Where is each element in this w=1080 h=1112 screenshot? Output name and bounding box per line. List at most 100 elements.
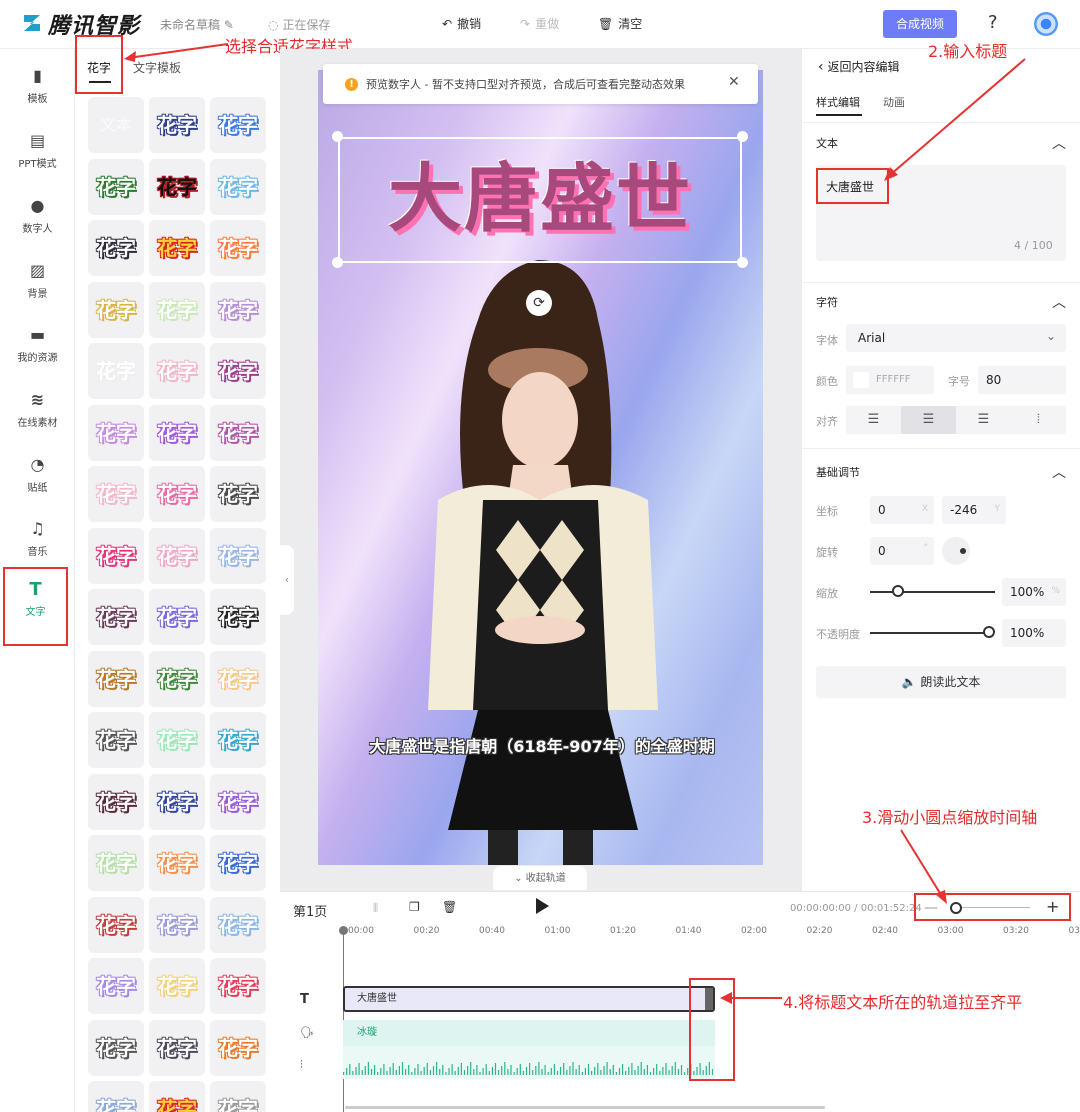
huazi-style-tile[interactable]: 花字 (149, 220, 205, 276)
huazi-style-tile[interactable]: 花字 (88, 1081, 144, 1112)
align-left-icon[interactable]: ☰ (846, 406, 901, 434)
huazi-style-tile[interactable]: 花字 (210, 650, 266, 707)
huazi-style-tile[interactable]: 花字 (149, 158, 205, 215)
font-select[interactable]: Arial ⌄ (846, 324, 1066, 352)
huazi-style-tile[interactable]: 花字 (88, 220, 144, 276)
huazi-style-tile[interactable]: 花字 (149, 958, 205, 1014)
playhead-handle[interactable] (339, 926, 348, 935)
split-icon[interactable]: ⫴ (373, 901, 378, 916)
audio-waveform[interactable] (343, 1046, 715, 1079)
huazi-style-tile[interactable]: 花字 (210, 896, 266, 953)
sidebar-item-layers[interactable]: ≋ 在线素材 (0, 380, 75, 442)
huazi-style-tile[interactable]: 花字 (210, 97, 266, 153)
sidebar-item-template[interactable]: ▮ 模板 (0, 56, 75, 118)
align-center-icon[interactable]: ☰ (901, 406, 956, 434)
synthesize-video-button[interactable]: 合成视频 (883, 10, 957, 38)
huazi-style-tile[interactable]: 花字 (149, 466, 205, 522)
huazi-style-tile[interactable]: 花字 (210, 404, 266, 461)
resize-handle-tr[interactable] (737, 131, 748, 142)
huazi-style-tile[interactable]: 花字 (210, 589, 266, 645)
huazi-style-tile[interactable]: 花字 (88, 1019, 144, 1076)
huazi-style-tile[interactable]: 花字 (88, 404, 144, 461)
huazi-style-tile[interactable]: 花字 (210, 712, 266, 768)
huazi-style-tile[interactable]: 花字 (210, 1019, 266, 1076)
huazi-style-tile[interactable]: 花字 (210, 773, 266, 830)
copy-icon[interactable]: ❐ (409, 900, 420, 914)
huazi-style-tile[interactable]: 花字 (149, 404, 205, 461)
huazi-style-tile[interactable]: 花字 (210, 281, 266, 338)
delete-icon[interactable]: 🗑 (442, 900, 457, 914)
play-icon[interactable] (536, 898, 549, 914)
rotate-icon[interactable]: ⟳ (526, 290, 552, 316)
scale-slider-knob[interactable] (892, 585, 904, 597)
huazi-style-tile[interactable]: 花字 (210, 1081, 266, 1112)
resize-handle-br[interactable] (737, 257, 748, 268)
huazi-style-tile[interactable]: 花字 (88, 466, 144, 522)
scale-input[interactable]: 100%% (1002, 578, 1066, 606)
huazi-style-tile[interactable]: 花字 (149, 835, 205, 891)
help-icon[interactable]: ? (988, 12, 998, 33)
huazi-style-tile[interactable]: 花字 (149, 896, 205, 953)
coord-x-input[interactable]: 0X (870, 496, 934, 524)
huazi-style-tile[interactable]: 花字 (88, 343, 144, 399)
opacity-slider[interactable] (870, 632, 990, 634)
huazi-style-tile[interactable]: 花字 (149, 527, 205, 584)
sidebar-item-folder[interactable]: ▬ 我的资源 (0, 315, 75, 377)
rotate-input[interactable]: 0 ° (870, 537, 934, 565)
sidebar-item-sticker[interactable]: ◔ 贴纸 (0, 445, 75, 507)
huazi-style-tile[interactable]: 花字 (149, 712, 205, 768)
opacity-slider-knob[interactable] (983, 626, 995, 638)
page-label[interactable]: 第1页 (293, 901, 327, 920)
huazi-style-tile[interactable]: 花字 (210, 527, 266, 584)
huazi-style-tile[interactable]: 花字 (149, 650, 205, 707)
sidebar-item-digital-human[interactable]: ● 数字人 (0, 186, 75, 248)
huazi-style-tile[interactable]: 花字 (88, 527, 144, 584)
sidebar-item-text[interactable]: T 文字 (3, 567, 68, 646)
huazi-style-tile[interactable]: 花字 (88, 896, 144, 953)
text-clip[interactable]: 大唐盛世 (343, 986, 715, 1012)
resize-handle-bl[interactable] (332, 257, 343, 268)
tab-style-edit[interactable]: 样式编辑 (816, 94, 860, 110)
sidebar-item-ppt[interactable]: ▤ PPT模式 (0, 121, 75, 183)
huazi-style-tile[interactable]: 花字 (88, 281, 144, 338)
huazi-style-tile[interactable]: 文本 (88, 97, 144, 153)
huazi-style-tile[interactable]: 花字 (149, 773, 205, 830)
chevron-up-icon[interactable]: ︿ (1052, 292, 1066, 312)
align-vertical-icon[interactable]: ⦙ (1011, 406, 1066, 434)
voice-clip[interactable]: 冰璇 (343, 1020, 715, 1046)
huazi-style-tile[interactable]: 花字 (88, 712, 144, 768)
huazi-style-tile[interactable]: 花字 (88, 650, 144, 707)
huazi-style-tile[interactable]: 花字 (210, 466, 266, 522)
huazi-style-tile[interactable]: 花字 (149, 97, 205, 153)
undo-button[interactable]: ↶ 撤销 (442, 15, 481, 32)
align-right-icon[interactable]: ☰ (956, 406, 1011, 434)
sidebar-item-background[interactable]: ▨ 背景 (0, 251, 75, 313)
huazi-style-tile[interactable]: 花字 (210, 158, 266, 215)
chevron-up-icon[interactable]: ︿ (1052, 133, 1066, 153)
resize-handle-tl[interactable] (332, 131, 343, 142)
huazi-style-tile[interactable]: 花字 (149, 281, 205, 338)
collapse-track-button[interactable]: ⌄ 收起轨道 (493, 866, 587, 890)
coord-y-input[interactable]: -246 Y (942, 496, 1006, 524)
huazi-style-tile[interactable]: 花字 (210, 343, 266, 399)
timeline-scrollbar[interactable] (345, 1106, 825, 1109)
huazi-style-tile[interactable]: 花字 (88, 835, 144, 891)
collapse-panel-chevron-icon[interactable]: ‹ (280, 545, 294, 615)
huazi-style-tile[interactable]: 花字 (210, 220, 266, 276)
huazi-style-tile[interactable]: 花字 (210, 835, 266, 891)
sidebar-item-music[interactable]: ♫ 音乐 (0, 509, 75, 571)
huazi-style-tile[interactable]: 花字 (149, 589, 205, 645)
read-text-button[interactable]: 🔈 朗读此文本 (816, 666, 1066, 698)
rotate-dial[interactable] (942, 537, 970, 565)
color-picker[interactable]: FFFFFF (846, 366, 934, 394)
huazi-style-tile[interactable]: 花字 (149, 1081, 205, 1112)
huazi-style-tile[interactable]: 花字 (210, 958, 266, 1014)
close-icon[interactable]: ✕ (728, 74, 740, 90)
huazi-style-tile[interactable]: 花字 (88, 958, 144, 1014)
avatar[interactable] (1034, 12, 1058, 36)
subtitle-text[interactable]: 大唐盛世是指唐朝（618年-907年）的全盛时期 (340, 736, 744, 758)
huazi-style-tile[interactable]: 花字 (88, 158, 144, 215)
clear-button[interactable]: 🗑 清空 (598, 15, 642, 32)
huazi-style-tile[interactable]: 花字 (88, 773, 144, 830)
redo-button[interactable]: ↷ 重做 (520, 15, 559, 32)
